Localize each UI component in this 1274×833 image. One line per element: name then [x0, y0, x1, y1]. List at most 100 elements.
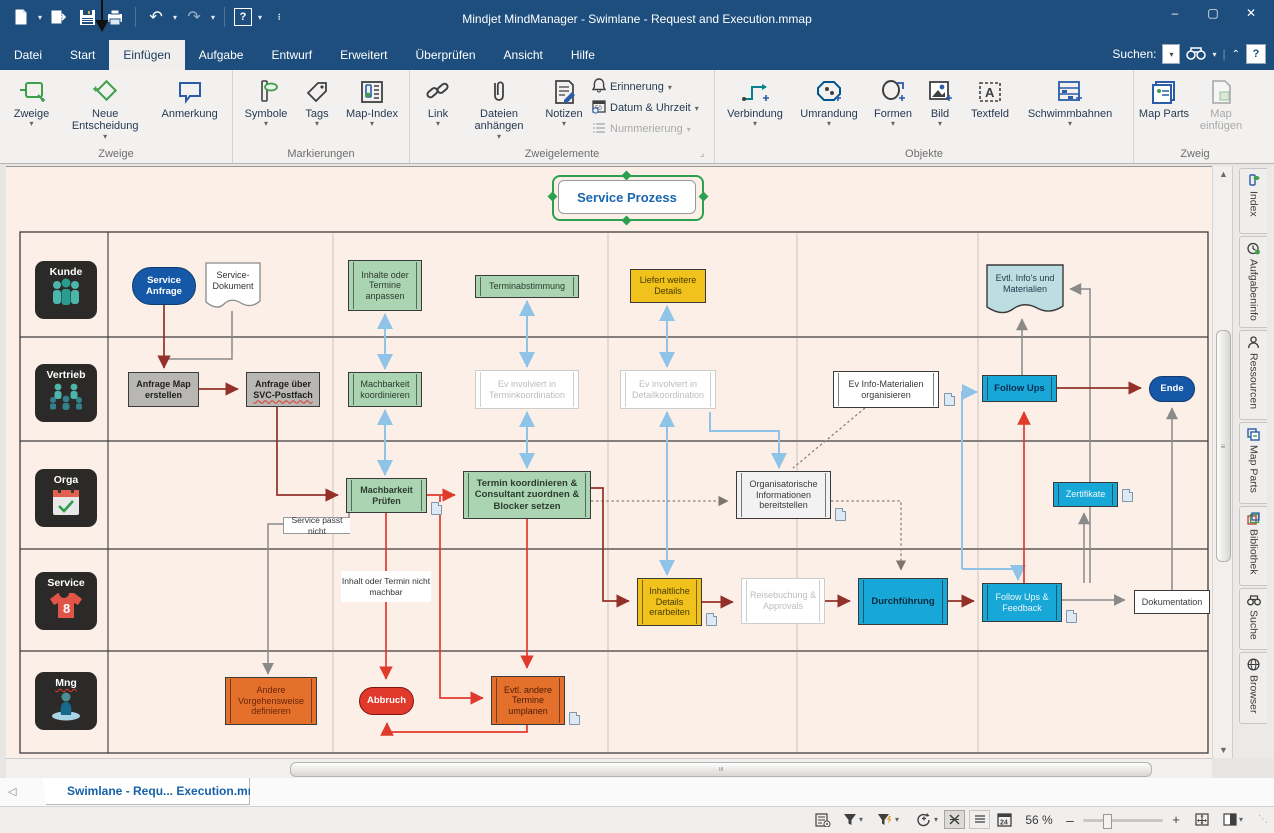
attachment-icon[interactable]: [431, 502, 442, 515]
branch-details-icon[interactable]: [812, 810, 834, 829]
open-icon[interactable]: [48, 6, 70, 28]
node-anfrage-map[interactable]: Anfrage Map erstellen: [128, 372, 199, 407]
attachment-icon[interactable]: [944, 393, 955, 406]
tab-hilfe[interactable]: Hilfe: [557, 40, 609, 70]
node-reisebuchung[interactable]: Reisebuchung & Approvals: [741, 578, 825, 624]
close-tab-icon[interactable]: ✕: [292, 785, 301, 798]
find-caret[interactable]: ▾: [1212, 50, 1216, 59]
zoom-percent[interactable]: 56 %: [1018, 810, 1060, 829]
notizen-button[interactable]: Notizen▾: [536, 74, 592, 129]
zoom-in-button[interactable]: +: [1168, 810, 1184, 829]
fit-map-icon[interactable]: [1190, 810, 1214, 829]
horizontal-scrollbar[interactable]: ≡: [6, 758, 1212, 779]
neue-entscheidung-button[interactable]: Neue Entscheidung▾: [59, 74, 151, 142]
dialog-launcher-icon[interactable]: ⌟: [700, 149, 710, 159]
sidebar-tab-index[interactable]: Index: [1239, 168, 1267, 234]
scroll-down-arrow[interactable]: ▼: [1219, 745, 1228, 755]
node-service-dokument[interactable]: Service-Dokument: [205, 262, 261, 310]
node-followups-feedback[interactable]: Follow Ups & Feedback: [982, 583, 1062, 622]
anmerkung-button[interactable]: Anmerkung: [151, 74, 228, 120]
undo-icon[interactable]: ↶: [145, 6, 167, 28]
minimize-button[interactable]: –: [1158, 2, 1192, 24]
sidebar-tab-ressourcen[interactable]: Ressourcen: [1239, 330, 1267, 420]
sidebar-tab-map-parts[interactable]: Map Parts: [1239, 422, 1267, 504]
resize-grip[interactable]: ⋱: [1256, 810, 1270, 829]
vertical-scrollbar-thumb[interactable]: ≡: [1216, 330, 1231, 562]
vertical-scrollbar[interactable]: ▲ ≡ ▼: [1212, 166, 1233, 758]
autorefresh-icon[interactable]: ▾: [912, 810, 942, 829]
sidebar-tab-bibliothek[interactable]: Bibliothek: [1239, 506, 1267, 586]
nummerierung-button[interactable]: Nummerierung▾: [592, 120, 710, 138]
horizontal-scrollbar-thumb[interactable]: ≡: [290, 762, 1152, 777]
help-caret[interactable]: ▾: [258, 13, 262, 22]
zoom-slider-thumb[interactable]: [1103, 814, 1112, 829]
search-input[interactable]: ▾: [1162, 44, 1180, 64]
node-termin-koordinieren[interactable]: Termin koordinieren & Consultant zuordne…: [463, 471, 591, 519]
lane-service[interactable]: Service 8: [35, 572, 97, 630]
node-anfrage-svc[interactable]: Anfrage über SVC-Postfach: [246, 372, 320, 407]
map-einfuegen-button[interactable]: Map einfügen: [1190, 74, 1252, 133]
datum-uhrzeit-button[interactable]: 50 Datum & Uhrzeit▾: [592, 99, 710, 117]
close-button[interactable]: ✕: [1234, 2, 1268, 24]
zoom-slider[interactable]: [1083, 819, 1163, 822]
node-org-informationen[interactable]: Organisatorische Informationen bereitste…: [736, 471, 831, 519]
redo-caret[interactable]: ▾: [211, 13, 215, 22]
tab-entwurf[interactable]: Entwurf: [257, 40, 326, 70]
bild-button[interactable]: Bild▾: [919, 74, 961, 129]
undo-caret[interactable]: ▾: [173, 13, 177, 22]
tab-ueberpruefen[interactable]: Überprüfen: [401, 40, 489, 70]
tab-erweitert[interactable]: Erweitert: [326, 40, 401, 70]
central-topic[interactable]: Service Prozess: [558, 180, 696, 214]
formen-button[interactable]: Formen▾: [867, 74, 919, 129]
textfeld-button[interactable]: A Textfeld: [961, 74, 1019, 120]
sidebar-tab-aufgabeninfo[interactable]: Aufgabeninfo: [1239, 236, 1267, 328]
node-machbarkeit-pruefen[interactable]: Machbarkeit Prüfen: [346, 478, 427, 513]
node-dokumentation[interactable]: Dokumentation: [1134, 590, 1210, 614]
collapse-map-icon[interactable]: [944, 810, 965, 829]
map-canvas[interactable]: Service Prozess Kunde Vertrieb Orga Serv…: [6, 166, 1212, 759]
node-ev-terminkoordination[interactable]: Ev involviert in Terminkoordination: [475, 370, 579, 409]
sidebar-tab-browser[interactable]: Browser: [1239, 652, 1267, 724]
map-index-button[interactable]: Map-Index▾: [339, 74, 405, 129]
erinnerung-button[interactable]: Erinnerung▾: [592, 78, 710, 96]
tab-start[interactable]: Start: [56, 40, 109, 70]
new-document-caret[interactable]: ▾: [38, 13, 42, 22]
customize-qat-icon[interactable]: ᎒: [268, 6, 290, 28]
find-binoculars-icon[interactable]: [1186, 45, 1206, 63]
lane-kunde[interactable]: Kunde: [35, 261, 97, 319]
filter-icon[interactable]: ▾: [840, 810, 866, 829]
node-durchfuehrung[interactable]: Durchführung: [858, 578, 948, 625]
attachment-icon[interactable]: [1066, 610, 1077, 623]
maximize-button[interactable]: ▢: [1196, 2, 1230, 24]
node-ev-detailkoordination[interactable]: Ev involviert in Detailkoordination: [620, 370, 716, 409]
tab-scroll-left-icon[interactable]: ◁: [8, 785, 16, 798]
lane-mng[interactable]: Mng: [35, 672, 97, 730]
zoom-out-button[interactable]: –: [1062, 810, 1078, 829]
node-machbarkeit-koordinieren[interactable]: Machbarkeit koordinieren: [348, 372, 422, 407]
node-zertifikate[interactable]: Zertifikate: [1053, 482, 1118, 507]
node-inhaltliche-details[interactable]: Inhaltliche Details erarbeiten: [637, 578, 702, 626]
help-icon[interactable]: ?: [234, 8, 252, 26]
verbindung-button[interactable]: Verbindung▾: [719, 74, 791, 129]
schedule-view-icon[interactable]: 24: [993, 810, 1015, 829]
zweige-button[interactable]: Zweige▾: [4, 74, 59, 129]
attachment-icon[interactable]: [706, 613, 717, 626]
sidebar-tab-suche[interactable]: Suche: [1239, 588, 1267, 650]
attachment-icon[interactable]: [835, 508, 846, 521]
node-ev-info-materialien[interactable]: Ev Info-Materialien organisieren: [833, 371, 939, 408]
tab-einfuegen[interactable]: Einfügen: [109, 40, 184, 70]
node-termine-umplanen[interactable]: Evtl. andere Termine umplanen: [491, 676, 565, 725]
scroll-up-arrow[interactable]: ▲: [1219, 169, 1228, 179]
node-andere-vorgehensweise[interactable]: Andere Vorgehensweise definieren: [225, 677, 317, 725]
ribbon-help-icon[interactable]: ?: [1246, 44, 1266, 64]
node-service-anfrage[interactable]: Service Anfrage: [132, 267, 196, 305]
node-terminabstimmung[interactable]: Terminabstimmung: [475, 275, 579, 298]
tab-ansicht[interactable]: Ansicht: [490, 40, 557, 70]
show-panes-icon[interactable]: ▾: [1218, 810, 1248, 829]
tags-button[interactable]: Tags▾: [295, 74, 339, 129]
node-evtl-infos[interactable]: Evtl. Info's und Materialien: [986, 264, 1064, 316]
schwimmbahnen-button[interactable]: Schwimmbahnen▾: [1019, 74, 1121, 129]
map-parts-button[interactable]: Map Parts: [1138, 74, 1190, 120]
dateien-anhaengen-button[interactable]: Dateien anhängen▾: [462, 74, 536, 142]
attachment-icon[interactable]: [1122, 489, 1133, 502]
